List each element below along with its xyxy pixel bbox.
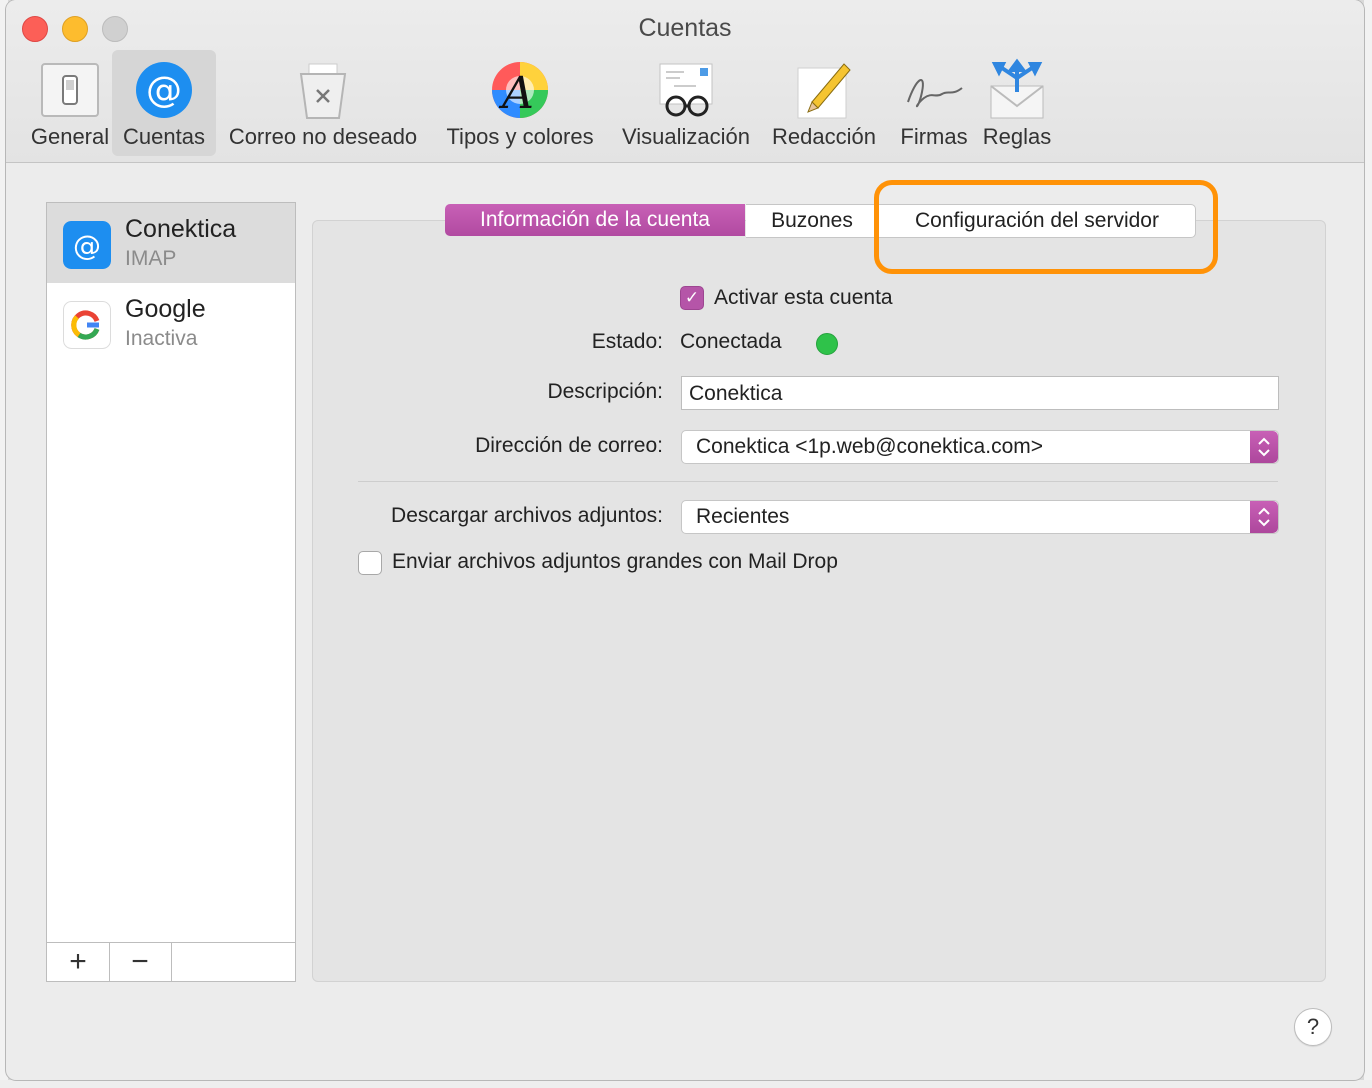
chevron-up-down-icon: [1250, 501, 1278, 533]
accounts-list: @ Conektica IMAP Google Inactiva + −: [46, 202, 296, 982]
description-field[interactable]: Conektica: [681, 376, 1279, 410]
remove-account-button[interactable]: −: [109, 943, 172, 981]
account-row-conektica[interactable]: @ Conektica IMAP: [47, 203, 295, 283]
status-connected-icon: [816, 333, 838, 355]
pencil-paper-icon: [797, 63, 851, 119]
server-settings-highlight: [874, 180, 1218, 274]
account-row-google[interactable]: Google Inactiva: [47, 283, 295, 363]
form-divider: [358, 481, 1278, 482]
at-sign-icon: @: [63, 221, 111, 269]
email-address-popup[interactable]: Conektica <1p.web@conektica.com>: [681, 430, 1279, 464]
account-details-panel: [312, 220, 1326, 982]
font-color-wheel-icon: A: [492, 62, 548, 119]
toolbar-label: Reglas: [982, 124, 1052, 149]
mail-drop-label: Enviar archivos adjuntos grandes con Mai…: [392, 550, 838, 573]
glasses-letter-icon: [659, 63, 713, 117]
toolbar-composing[interactable]: Redacción: [764, 50, 884, 156]
account-name: Google: [125, 295, 206, 323]
download-attachments-value: Recientes: [696, 505, 790, 528]
toolbar-label: Correo no deseado: [228, 124, 418, 149]
background-window-edge-bottom: [0, 1080, 1372, 1088]
account-type: Inactiva: [125, 327, 198, 350]
chevron-up-down-icon: [1250, 431, 1278, 463]
toolbar-label: General: [30, 124, 110, 149]
toolbar-label: Tipos y colores: [446, 124, 594, 149]
status-value: Conectada: [680, 330, 782, 353]
description-value: Conektica: [689, 382, 783, 405]
svg-text:A: A: [498, 68, 534, 119]
toolbar-label: Visualización: [621, 124, 750, 149]
window-title: Cuentas: [638, 14, 732, 42]
description-label: Descripción:: [547, 380, 663, 403]
enable-account-checkbox[interactable]: ✓: [680, 286, 704, 310]
account-type: IMAP: [125, 247, 177, 270]
at-sign-icon: @: [136, 62, 192, 118]
toolbar-viewing[interactable]: Visualización: [612, 50, 760, 156]
trash-can-icon: [299, 63, 347, 119]
preferences-window: Cuentas General @ Cuentas Correo no dese…: [6, 0, 1364, 1080]
toolbar-rules[interactable]: Reglas: [976, 50, 1058, 156]
enable-account-label: Activar esta cuenta: [714, 286, 893, 309]
toolbar-label: Redacción: [772, 124, 876, 149]
download-attachments-popup[interactable]: Recientes: [681, 500, 1279, 534]
email-address-value: Conektica <1p.web@conektica.com>: [696, 435, 1044, 458]
titlebar: Cuentas General @ Cuentas Correo no dese…: [6, 0, 1364, 163]
tab-account-information[interactable]: Información de la cuenta: [445, 204, 745, 236]
tab-mailboxes[interactable]: Buzones: [746, 204, 878, 238]
add-account-button[interactable]: +: [47, 943, 110, 981]
envelope-arrows-icon: [990, 58, 1044, 119]
download-attachments-label: Descargar archivos adjuntos:: [391, 504, 663, 527]
mail-drop-checkbox[interactable]: [358, 551, 382, 575]
switch-icon: [41, 63, 99, 117]
toolbar-label: Firmas: [900, 124, 968, 149]
help-button[interactable]: ?: [1294, 1008, 1332, 1046]
svg-text:@: @: [73, 229, 101, 262]
status-label: Estado:: [591, 330, 663, 353]
signature-icon: [907, 79, 963, 108]
email-address-label: Dirección de correo:: [475, 434, 663, 457]
account-name: Conektica: [125, 215, 237, 243]
toolbar-accounts[interactable]: @ Cuentas: [112, 50, 216, 156]
toolbar-general[interactable]: General: [18, 50, 122, 156]
toolbar-label: Cuentas: [123, 124, 205, 149]
account-list-toolbar: + −: [47, 942, 295, 981]
toolbar-fonts-colors[interactable]: A Tipos y colores: [436, 50, 604, 156]
svg-text:@: @: [146, 70, 182, 111]
toolbar-signatures[interactable]: Firmas: [890, 50, 978, 156]
toolbar-junk-mail[interactable]: Correo no deseado: [220, 50, 426, 156]
google-icon: [63, 301, 111, 349]
background-window-edge-right: [1364, 0, 1372, 1088]
